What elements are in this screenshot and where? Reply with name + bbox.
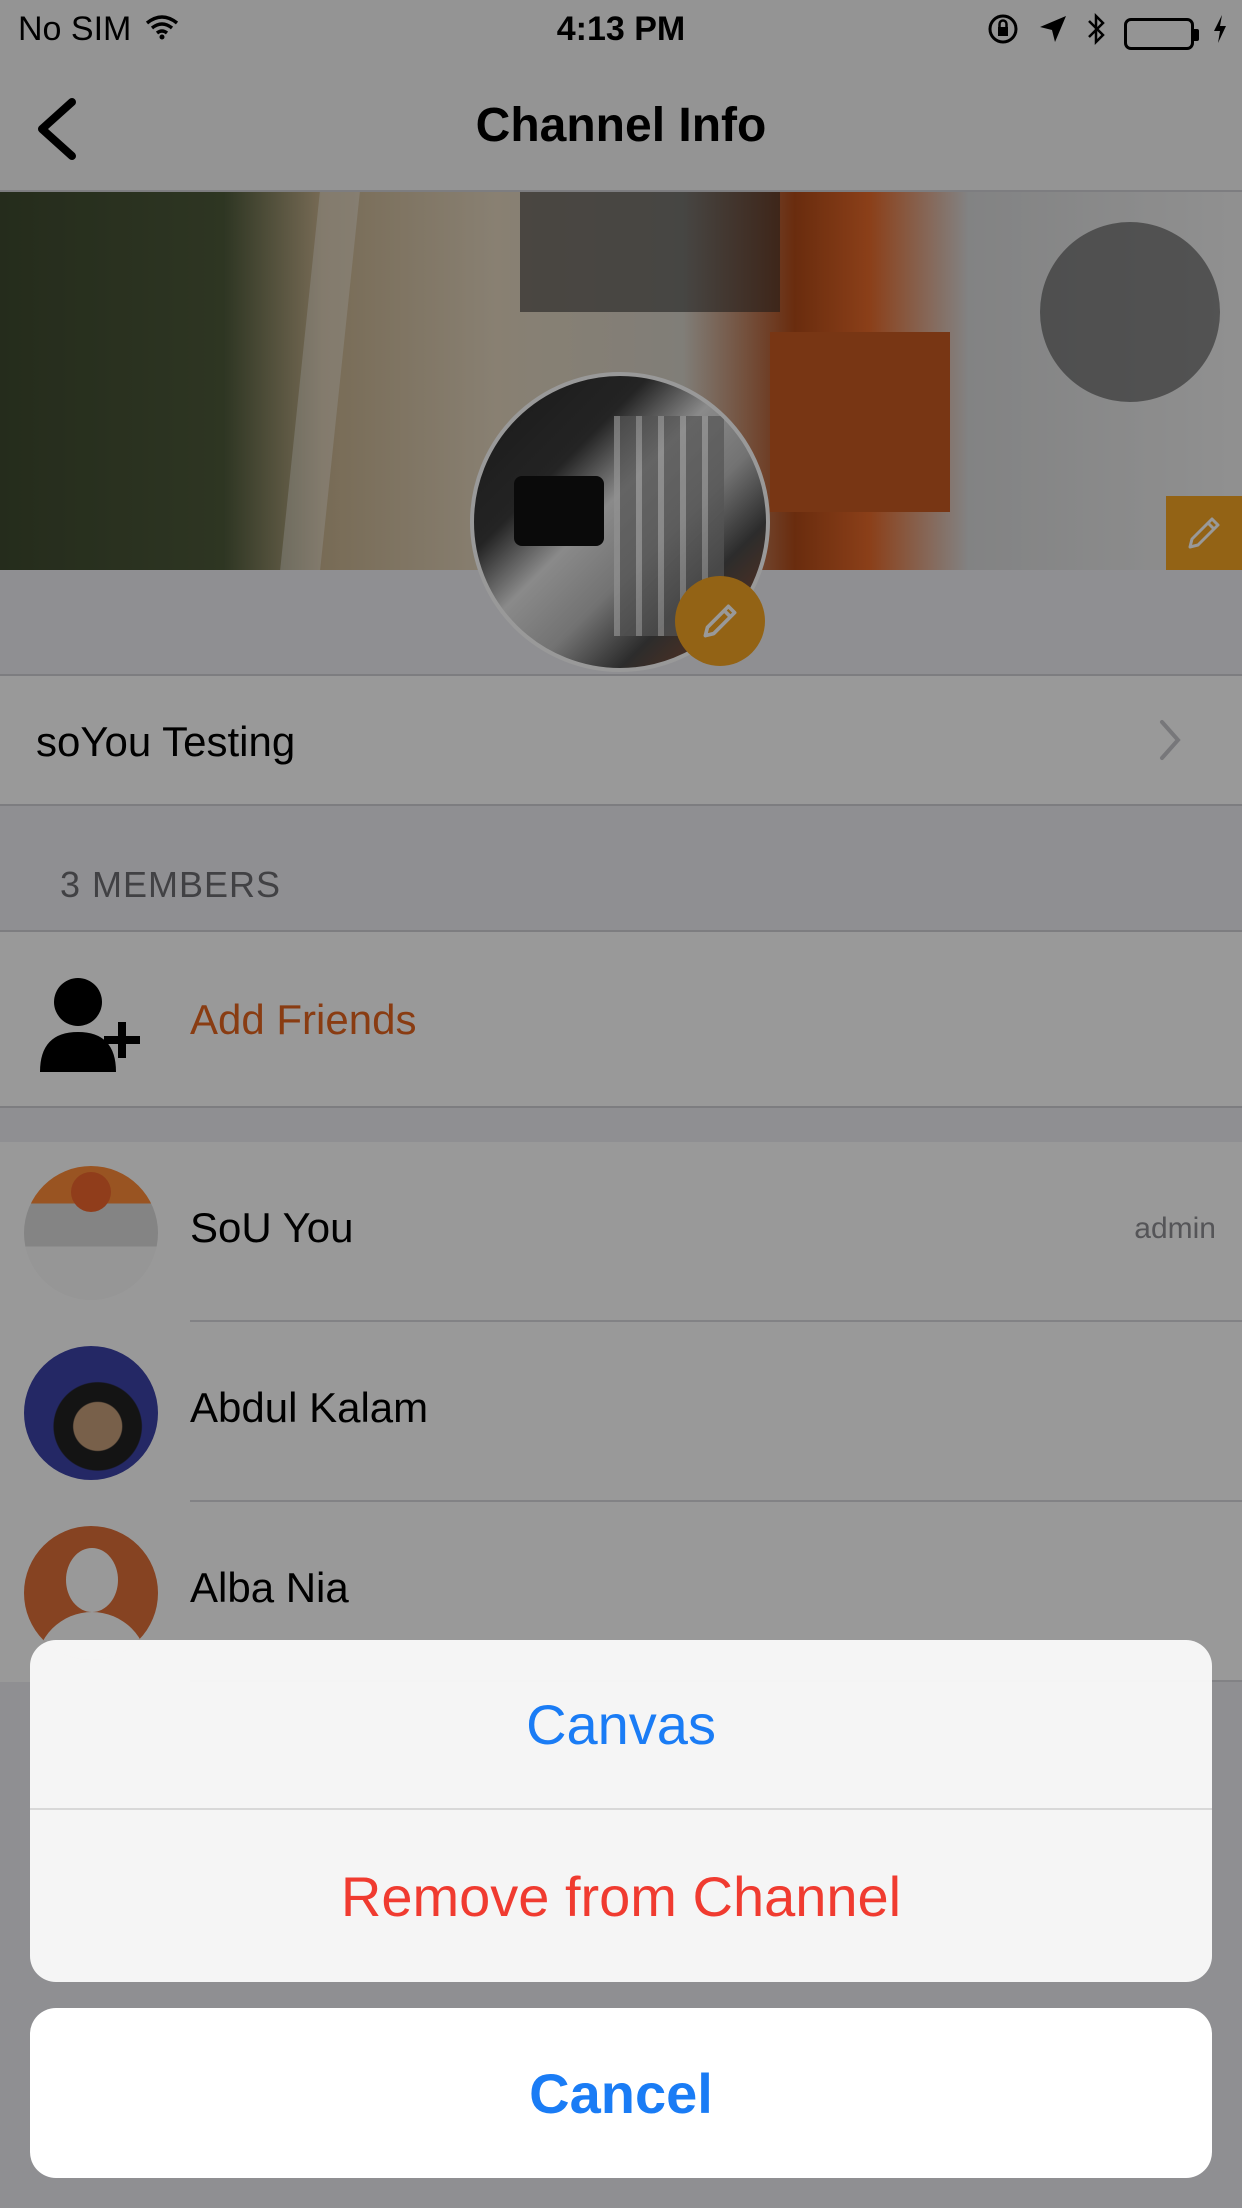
cancel-button[interactable]: Cancel (30, 2008, 1212, 2178)
action-sheet: Canvas Remove from Channel (30, 1640, 1212, 1982)
remove-from-channel-button[interactable]: Remove from Channel (30, 1811, 1212, 1981)
canvas-button[interactable]: Canvas (30, 1640, 1212, 1810)
